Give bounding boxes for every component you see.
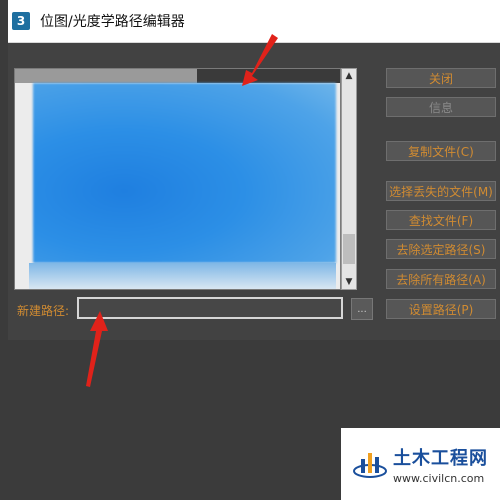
title-bar: 3 位图/光度学路径编辑器 (8, 0, 500, 43)
newpath-input[interactable] (77, 297, 343, 319)
scroll-up-icon[interactable]: ▲ (342, 69, 356, 83)
blurred-list-content (33, 83, 336, 263)
strip-selected-paths-button[interactable]: 去除选定路径(S) (386, 239, 496, 259)
blurred-list-bottom (29, 263, 336, 289)
watermark-badge: 土木工程网 www.civilcn.com (341, 428, 500, 500)
window-title: 位图/光度学路径编辑器 (40, 14, 185, 30)
strip-all-paths-button[interactable]: 去除所有路径(A) (386, 269, 496, 289)
watermark-name: 土木工程网 (393, 447, 488, 469)
info-button[interactable]: 信息 (386, 97, 496, 117)
app-icon: 3 (12, 12, 30, 30)
scroll-thumb[interactable] (343, 234, 355, 264)
file-path-list[interactable] (14, 68, 341, 290)
civilcn-logo-icon (353, 453, 387, 478)
browse-button[interactable]: ... (351, 298, 373, 320)
scroll-down-icon[interactable]: ▼ (342, 275, 356, 289)
watermark-url: www.civilcn.com (393, 471, 485, 485)
set-path-button[interactable]: 设置路径(P) (386, 299, 496, 319)
find-files-button[interactable]: 查找文件(F) (386, 210, 496, 230)
list-header (15, 69, 340, 83)
newpath-label: 新建路径: (17, 304, 70, 318)
select-missing-files-button[interactable]: 选择丢失的文件(M) (386, 181, 496, 201)
list-scrollbar[interactable]: ▲ ▼ (341, 68, 357, 290)
close-button[interactable]: 关闭 (386, 68, 496, 88)
copy-files-button[interactable]: 复制文件(C) (386, 141, 496, 161)
